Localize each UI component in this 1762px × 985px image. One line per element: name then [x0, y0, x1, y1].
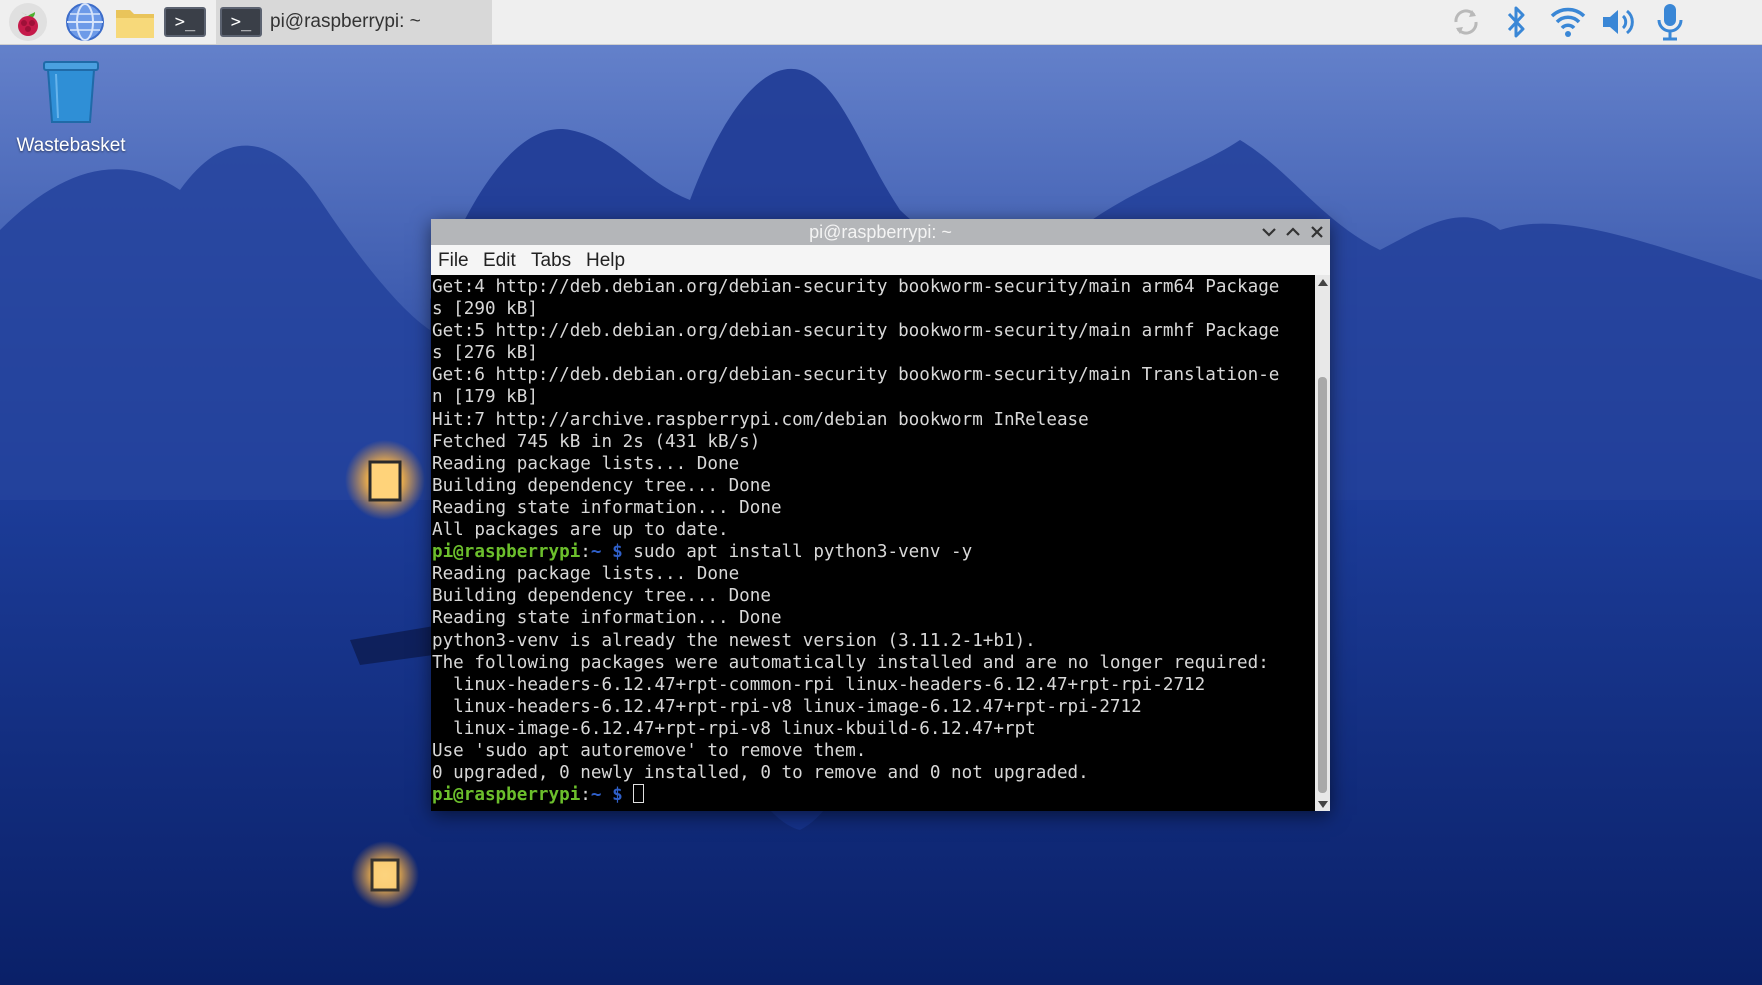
prompt-colon: :	[580, 785, 591, 806]
minimize-button[interactable]	[1259, 221, 1279, 243]
terminal-line: 0 upgraded, 0 newly installed, 0 to remo…	[432, 763, 1089, 784]
terminal-line: Hit:7 http://archive.raspberrypi.com/deb…	[432, 409, 1089, 430]
terminal-line: Reading package lists... Done	[432, 564, 740, 585]
task-button-terminal[interactable]: >_ pi@raspberrypi: ~	[216, 0, 492, 44]
terminal-line: Building dependency tree... Done	[432, 586, 771, 607]
command-text: sudo apt install python3-venv -y	[622, 542, 973, 563]
close-button[interactable]	[1307, 221, 1327, 243]
wifi-icon[interactable]	[1546, 2, 1590, 42]
bluetooth-icon[interactable]	[1496, 2, 1536, 42]
scroll-thumb[interactable]	[1318, 377, 1327, 793]
terminal-line: s [276 kB]	[432, 343, 538, 364]
terminal-line: Get:5 http://deb.debian.org/debian-secur…	[432, 321, 1280, 342]
close-icon	[1311, 226, 1323, 238]
terminal-window: pi@raspberrypi: ~ File Edit Tabs Help Ge…	[431, 219, 1330, 811]
triangle-up-icon	[1317, 278, 1328, 286]
chevron-up-icon	[1286, 227, 1300, 236]
terminal-line: n [179 kB]	[432, 387, 538, 408]
chevron-down-icon	[1262, 228, 1276, 237]
microphone-icon[interactable]	[1648, 2, 1692, 42]
desktop-icon-wastebasket[interactable]: Wastebasket	[10, 56, 132, 157]
text-cursor	[633, 784, 645, 804]
menu-edit[interactable]: Edit	[483, 250, 516, 272]
vertical-scrollbar[interactable]	[1315, 275, 1330, 811]
terminal-line: python3-venv is already the newest versi…	[432, 630, 1036, 651]
terminal-icon[interactable]: >_	[162, 2, 208, 42]
web-browser-icon[interactable]	[62, 2, 108, 42]
scroll-down-arrow[interactable]	[1315, 797, 1330, 811]
terminal-line: Fetched 745 kB in 2s (431 kB/s)	[432, 431, 761, 452]
menu-bar: File Edit Tabs Help	[431, 245, 1330, 275]
terminal-output[interactable]: Get:4 http://deb.debian.org/debian-secur…	[431, 275, 1315, 811]
terminal-line: All packages are up to date.	[432, 520, 729, 541]
terminal-glyph: >_	[164, 7, 206, 37]
terminal-text: Get:4 http://deb.debian.org/debian-secur…	[432, 276, 1279, 806]
terminal-line: Get:4 http://deb.debian.org/debian-secur…	[432, 277, 1280, 297]
prompt-path: ~ $	[590, 785, 623, 806]
terminal-line: Reading state information... Done	[432, 497, 782, 518]
terminal-task-icon: >_	[220, 7, 262, 37]
prompt-colon: :	[580, 542, 591, 563]
volume-icon[interactable]	[1596, 2, 1640, 42]
terminal-line: Building dependency tree... Done	[432, 475, 771, 496]
file-manager-icon[interactable]	[112, 2, 158, 42]
top-panel: >_ >_ pi@raspberrypi: ~	[0, 0, 1762, 45]
trash-icon	[43, 61, 99, 123]
terminal-line: linux-headers-6.12.47+rpt-common-rpi lin…	[432, 674, 1206, 695]
terminal-line: Get:6 http://deb.debian.org/debian-secur…	[432, 365, 1280, 386]
desktop-icon-label: Wastebasket	[16, 135, 126, 156]
window-titlebar[interactable]: pi@raspberrypi: ~	[431, 219, 1330, 245]
terminal-line: pi@raspberrypi:~ $ sudo apt install pyth…	[432, 541, 1279, 563]
menu-tabs[interactable]: Tabs	[531, 250, 571, 272]
raspberry-menu-icon[interactable]	[4, 2, 52, 42]
triangle-down-icon	[1317, 800, 1328, 808]
menu-help[interactable]: Help	[586, 250, 625, 272]
terminal-line: linux-headers-6.12.47+rpt-rpi-v8 linux-i…	[432, 696, 1142, 717]
menu-file[interactable]: File	[438, 250, 469, 272]
prompt-user: pi@raspberrypi	[432, 785, 581, 806]
terminal-line: s [290 kB]	[432, 299, 538, 320]
terminal-line: Reading package lists... Done	[432, 453, 740, 474]
terminal-line: The following packages were automaticall…	[432, 652, 1269, 673]
prompt-path: ~ $	[590, 542, 623, 563]
maximize-button[interactable]	[1283, 221, 1303, 243]
window-title: pi@raspberrypi: ~	[809, 222, 952, 242]
terminal-line: Reading state information... Done	[432, 608, 782, 629]
terminal-line: pi@raspberrypi:~ $	[432, 784, 1279, 806]
terminal-line: linux-image-6.12.47+rpt-rpi-v8 linux-kbu…	[432, 718, 1036, 739]
terminal-line: Use 'sudo apt autoremove' to remove them…	[432, 740, 867, 761]
task-button-label: pi@raspberrypi: ~	[270, 11, 421, 32]
scroll-up-arrow[interactable]	[1315, 275, 1330, 289]
prompt-user: pi@raspberrypi	[432, 542, 581, 563]
sync-icon[interactable]	[1444, 2, 1488, 42]
